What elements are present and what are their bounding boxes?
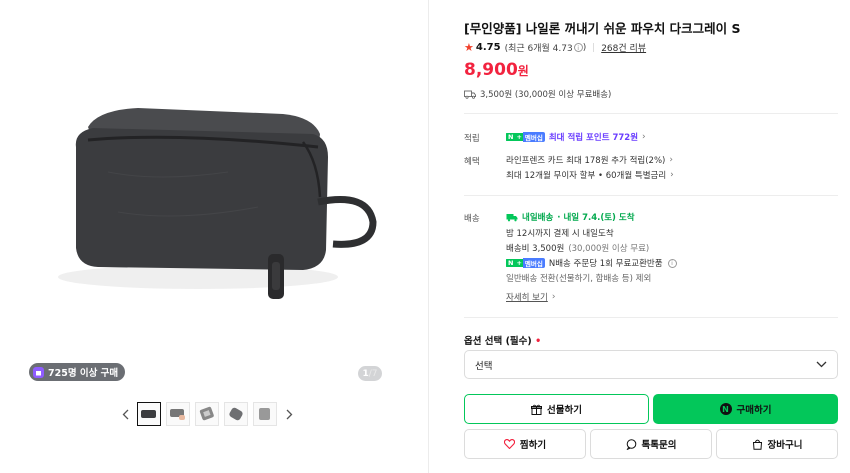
gift-button-label: 선물하기 — [547, 405, 582, 416]
image-pager: 1/7 — [358, 366, 382, 381]
delivery-cutoff: 밤 12시까지 결제 시 내일도착 — [506, 229, 614, 239]
delivery-exclude: 일반배송 전환(선물하기, 합배송 등) 제외 — [506, 274, 652, 284]
heart-icon — [503, 439, 515, 449]
gift-button[interactable]: 선물하기 — [464, 394, 649, 424]
product-gallery: 725명 이상 구매 1/7 — [0, 0, 428, 473]
talk-button-label: 톡톡문의 — [641, 440, 677, 451]
thumbnail-strip — [118, 401, 296, 427]
pager-total: /7 — [368, 368, 378, 379]
points-line[interactable]: N + 멤버십 최대 적립 포인트 772원 › — [506, 131, 646, 143]
thumbnail-3[interactable] — [195, 402, 219, 426]
price: 8,900원 — [464, 60, 529, 80]
bag-icon — [33, 366, 44, 378]
divider-3 — [464, 317, 838, 318]
truck-icon — [464, 90, 476, 99]
chevron-right-icon: › — [551, 292, 556, 302]
rating-separator — [593, 43, 595, 52]
return-line: N + 멤버십 N배송 주문당 1회 무료교환반품 i — [506, 257, 677, 269]
chip-plus: + — [515, 259, 523, 267]
product-title: [무인양품] 나일론 꺼내기 쉬운 파우치 다크그레이 S — [464, 21, 741, 36]
star-icon: ★ — [464, 41, 474, 54]
chip-n: N — [506, 133, 516, 141]
chevron-left-icon — [122, 409, 128, 419]
divider-2 — [464, 195, 838, 196]
delivery-fee-line: 배송비 3,500원 (30,000원 이상 무료) — [506, 242, 649, 254]
info-icon[interactable]: i — [667, 258, 677, 268]
buy-button-label: 구매하기 — [736, 405, 772, 416]
delivery-label: 배송 — [464, 214, 480, 224]
review-count-link[interactable]: 268건 리뷰 — [601, 41, 646, 54]
chevron-down-icon — [816, 361, 827, 368]
zzim-button-label: 찜하기 — [519, 440, 547, 451]
benefit-line-1[interactable]: 라인프렌즈 카드 최대 178원 추가 적립(2%) › — [506, 154, 673, 166]
thumbnail-1[interactable] — [137, 402, 161, 426]
cart-icon — [752, 439, 762, 450]
return-text: N배송 주문당 1회 무료교환반품 — [548, 259, 663, 269]
required-mark: • — [535, 336, 542, 347]
zzim-button[interactable]: 찜하기 — [464, 429, 586, 459]
chip-n: N — [506, 259, 516, 267]
delivery-fee-note: (30,000원 이상 무료) — [568, 244, 650, 254]
divider-1 — [464, 113, 838, 114]
gift-icon — [531, 404, 543, 415]
npay-membership-chip: N + 멤버십 — [506, 132, 545, 142]
chevron-right-icon: › — [669, 155, 673, 165]
cart-button[interactable]: 장바구니 — [716, 429, 838, 459]
chat-icon — [626, 438, 636, 450]
talk-button[interactable]: 톡톡문의 — [590, 429, 712, 459]
delivery-more-link[interactable]: 자세히 보기 › — [506, 291, 555, 303]
delivery-fee: 배송비 3,500원 — [506, 244, 565, 254]
points-label: 적립 — [464, 134, 480, 144]
buyers-badge-text: 725명 이상 구매 — [48, 368, 119, 379]
price-value: 8,900 — [464, 60, 518, 80]
chevron-right-icon: › — [670, 170, 674, 180]
rating-row: ★ 4.75 (최근 6개월 4.73 i ) 268건 리뷰 — [464, 41, 646, 54]
price-unit: 원 — [517, 64, 529, 78]
delivery-eta-line: 내일배송 · 내일 7.4.(토) 도착 — [506, 211, 635, 223]
truck-icon — [506, 213, 518, 221]
points-text: 최대 적립 포인트 772원 — [548, 133, 639, 143]
delivery-eta: · 내일 7.4.(토) 도착 — [557, 213, 635, 223]
product-main-image[interactable] — [28, 22, 388, 382]
thumb-prev-button[interactable] — [118, 401, 132, 427]
chip-membership: 멤버십 — [522, 132, 545, 142]
benefit-line-2[interactable]: 최대 12개월 무이자 할부 • 60개월 특별금리 › — [506, 169, 674, 181]
rating-recent: (최근 6개월 4.73 — [504, 44, 573, 54]
option-select-value: 선택 — [475, 360, 493, 372]
option-select[interactable]: 선택 — [464, 350, 838, 379]
npay-icon: N — [719, 403, 732, 415]
thumbnail-2[interactable] — [166, 402, 190, 426]
chip-membership: 멤버십 — [522, 258, 545, 268]
rating-recent-close: ) — [582, 42, 587, 53]
chevron-right-icon: › — [642, 132, 646, 142]
delivery-badge: 내일배송 — [522, 213, 554, 223]
shipping-fee-text: 3,500원 (30,000원 이상 무료배송) — [480, 90, 612, 100]
shipping-summary: 3,500원 (30,000원 이상 무료배송) — [464, 88, 611, 100]
thumbnail-4[interactable] — [224, 402, 248, 426]
thumb-next-button[interactable] — [282, 401, 296, 427]
benefit-text-2: 최대 12개월 무이자 할부 • 60개월 특별금리 — [506, 171, 667, 181]
rating-score: 4.75 — [475, 42, 501, 53]
column-divider — [428, 0, 429, 473]
info-icon[interactable]: i — [573, 43, 583, 52]
delivery-more-text: 자세히 보기 — [506, 293, 548, 303]
chevron-right-icon — [286, 409, 292, 419]
chip-plus: + — [515, 133, 523, 141]
cart-button-label: 장바구니 — [767, 440, 803, 451]
benefit-text-1: 라인프렌즈 카드 최대 178원 추가 적립(2%) — [506, 156, 666, 166]
npay-membership-chip: N + 멤버십 — [506, 258, 545, 268]
option-label-text: 옵션 선택 (필수) — [464, 336, 532, 347]
thumbnail-5[interactable] — [253, 402, 277, 426]
option-label: 옵션 선택 (필수) • — [464, 333, 541, 347]
benefit-label: 혜택 — [464, 157, 480, 167]
buyers-badge: 725명 이상 구매 — [29, 363, 126, 381]
buy-button[interactable]: N 구매하기 — [653, 394, 838, 424]
